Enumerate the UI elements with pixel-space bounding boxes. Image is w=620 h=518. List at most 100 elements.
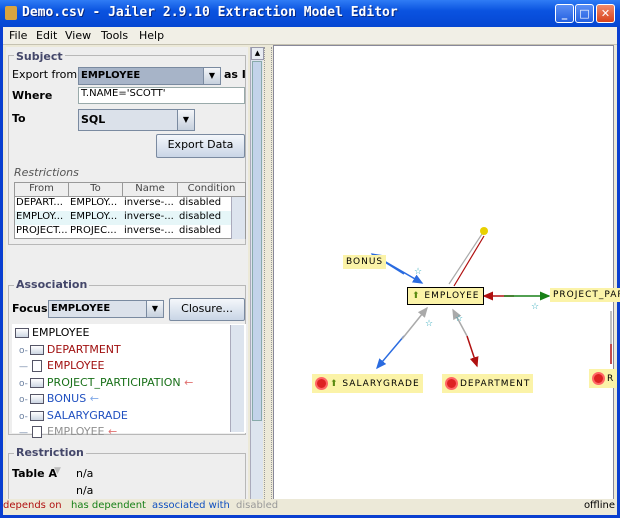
focus-combo[interactable]: EMPLOYEE ▼ — [48, 300, 164, 318]
restriction-title: Restriction — [14, 446, 86, 459]
as-label: as I — [224, 68, 246, 81]
chevron-down-icon: ▼ — [177, 110, 194, 130]
menu-view[interactable]: View — [65, 29, 91, 42]
star-icon: ☆ — [425, 319, 433, 329]
minimize-button[interactable]: _ — [555, 4, 574, 23]
restriction-cell: EMPLOY... — [16, 211, 64, 222]
menu-tools[interactable]: Tools — [101, 29, 128, 42]
folder-icon — [29, 377, 44, 388]
export-from-value: EMPLOYEE — [81, 70, 141, 81]
expand-handle-icon[interactable]: o- — [19, 346, 28, 356]
col-name[interactable]: Name — [123, 183, 178, 196]
tree-node-label: EMPLOYEE — [32, 326, 90, 339]
edge-salarygrade-gray — [401, 306, 428, 340]
left-panel-scrollbar[interactable]: ▲ — [250, 47, 264, 499]
focus-label: Focus — [12, 302, 48, 315]
node-label: DEPARTMENT — [460, 379, 531, 389]
association-tree: EMPLOYEE o- DEPARTMENT — EMPLOYEE o- PROJECT_P… — [12, 324, 246, 438]
focus-value: EMPLOYEE — [51, 303, 111, 314]
col-from[interactable]: From — [15, 183, 69, 196]
arrow-left-icon: ← — [104, 425, 118, 438]
restriction-cell: inverse-... — [124, 211, 174, 222]
node-label: R — [607, 374, 615, 384]
tree-node[interactable]: — EMPLOYEE — [15, 359, 246, 376]
node-bonus[interactable]: BONUS — [343, 255, 387, 269]
export-data-button[interactable]: Export Data — [156, 134, 245, 158]
where-input[interactable]: T.NAME='SCOTT' — [78, 87, 245, 104]
collapsed-node-dot[interactable] — [480, 227, 488, 235]
edge-salarygrade-blue — [376, 335, 405, 370]
table-a-value: n/a — [76, 467, 94, 480]
restriction-cell: disabled — [179, 197, 222, 208]
tree-scrollbar[interactable] — [230, 325, 244, 432]
node-department[interactable]: DEPARTMENT — [442, 374, 534, 393]
restricted-icon: ⬆ — [330, 379, 339, 389]
export-from-combo[interactable]: EMPLOYEE ▼ — [78, 67, 221, 85]
tree-node-label: DEPARTMENT — [46, 342, 121, 356]
tree-node[interactable]: o- DEPARTMENT — [15, 343, 246, 360]
tree-node-label: EMPLOYEE — [47, 359, 105, 372]
col-condition[interactable]: Condition — [178, 183, 245, 196]
tree-node-label: SALARYGRADE — [46, 408, 128, 422]
table-a-dropdown-icon[interactable]: ▼ — [54, 466, 61, 476]
scroll-up-icon[interactable]: ▲ — [251, 47, 264, 60]
folder-icon — [29, 410, 44, 421]
star-icon: ☆ — [414, 267, 422, 277]
node-r[interactable]: R — [589, 369, 618, 388]
maximize-button[interactable]: □ — [575, 4, 594, 23]
restrictions-scrollbar[interactable] — [231, 197, 245, 239]
node-employee[interactable]: ⬆ EMPLOYEE — [407, 287, 485, 305]
node-label: SALARYGRADE — [342, 379, 420, 389]
expand-handle-icon[interactable]: o- — [19, 395, 28, 405]
closure-button[interactable]: Closure... — [169, 298, 245, 321]
to-label: To — [12, 112, 26, 125]
folder-icon — [29, 394, 44, 404]
graph-edges: ☆ ☆ ☆ ☆ — [370, 227, 612, 370]
graph-canvas[interactable]: ☆ ☆ ☆ ☆ BONUS ⬆ EMPLOYEE PROJECT_PAR ⬆ S… — [273, 45, 620, 500]
title-bar: Demo.csv - Jailer 2.9.10 Extraction Mode… — [0, 0, 620, 27]
tree-node-label: EMPLOYEE — [47, 425, 105, 438]
restriction-row[interactable]: DEPART... EMPLOY... inverse-... disabled — [15, 197, 233, 211]
node-label: BONUS — [346, 257, 384, 267]
restriction-cell: PROJEC... — [70, 225, 117, 236]
restriction-cell: disabled — [179, 225, 222, 236]
legend-associated-with: associated with — [152, 500, 230, 511]
expand-handle-icon[interactable]: o- — [19, 412, 28, 422]
tree-node[interactable]: o- SALARYGRADE — [15, 409, 246, 426]
chevron-down-icon: ▼ — [146, 301, 163, 317]
to-combo[interactable]: SQL ▼ — [78, 109, 195, 131]
expand-handle-icon[interactable]: o- — [19, 379, 28, 389]
arrow-left-icon: ← — [86, 392, 99, 405]
window-title: Demo.csv - Jailer 2.9.10 Extraction Mode… — [22, 5, 398, 20]
tree-node[interactable]: o- PROJECT_PARTICIPATION ← — [15, 376, 246, 393]
folder-icon — [15, 328, 29, 338]
restriction-cell: EMPLOY... — [70, 211, 118, 222]
legend-depends-on: depends on — [3, 500, 62, 511]
tree-node[interactable]: o- BONUS ← — [15, 392, 246, 409]
table-a-label: Table A — [12, 467, 57, 480]
menu-file[interactable]: File — [9, 29, 27, 42]
scroll-thumb[interactable] — [252, 61, 262, 421]
restriction-cell: inverse-... — [124, 225, 174, 236]
tree-node-label: BONUS — [46, 392, 87, 405]
split-pane-divider[interactable] — [264, 47, 272, 499]
node-project-participation[interactable]: PROJECT_PAR — [550, 288, 620, 302]
restriction-row[interactable]: PROJECT... PROJEC... inverse-... disabled — [15, 225, 233, 239]
star-icon: ☆ — [455, 314, 463, 324]
close-button[interactable]: ✕ — [596, 4, 615, 23]
tree-node-label: PROJECT_PARTICIPATION — [46, 375, 181, 389]
menu-edit[interactable]: Edit — [36, 29, 57, 42]
tree-node[interactable]: — EMPLOYEE ← — [15, 425, 246, 442]
left-panel: Subject Export from EMPLOYEE ▼ as I Where… — [6, 47, 248, 515]
col-to[interactable]: To — [69, 183, 123, 196]
restriction-cell: EMPLOY... — [70, 197, 118, 208]
connection-status: offline — [583, 500, 615, 511]
folder-icon — [29, 344, 44, 355]
restriction-row[interactable]: EMPLOY... EMPLOY... inverse-... disabled — [15, 211, 233, 225]
node-salarygrade[interactable]: ⬆ SALARYGRADE — [312, 374, 423, 393]
star-icon: ☆ — [531, 302, 539, 312]
tree-node[interactable]: EMPLOYEE — [15, 326, 246, 343]
node-label: PROJECT_PAR — [553, 290, 620, 300]
menu-help[interactable]: Help — [139, 29, 164, 42]
excluded-icon — [315, 377, 328, 390]
